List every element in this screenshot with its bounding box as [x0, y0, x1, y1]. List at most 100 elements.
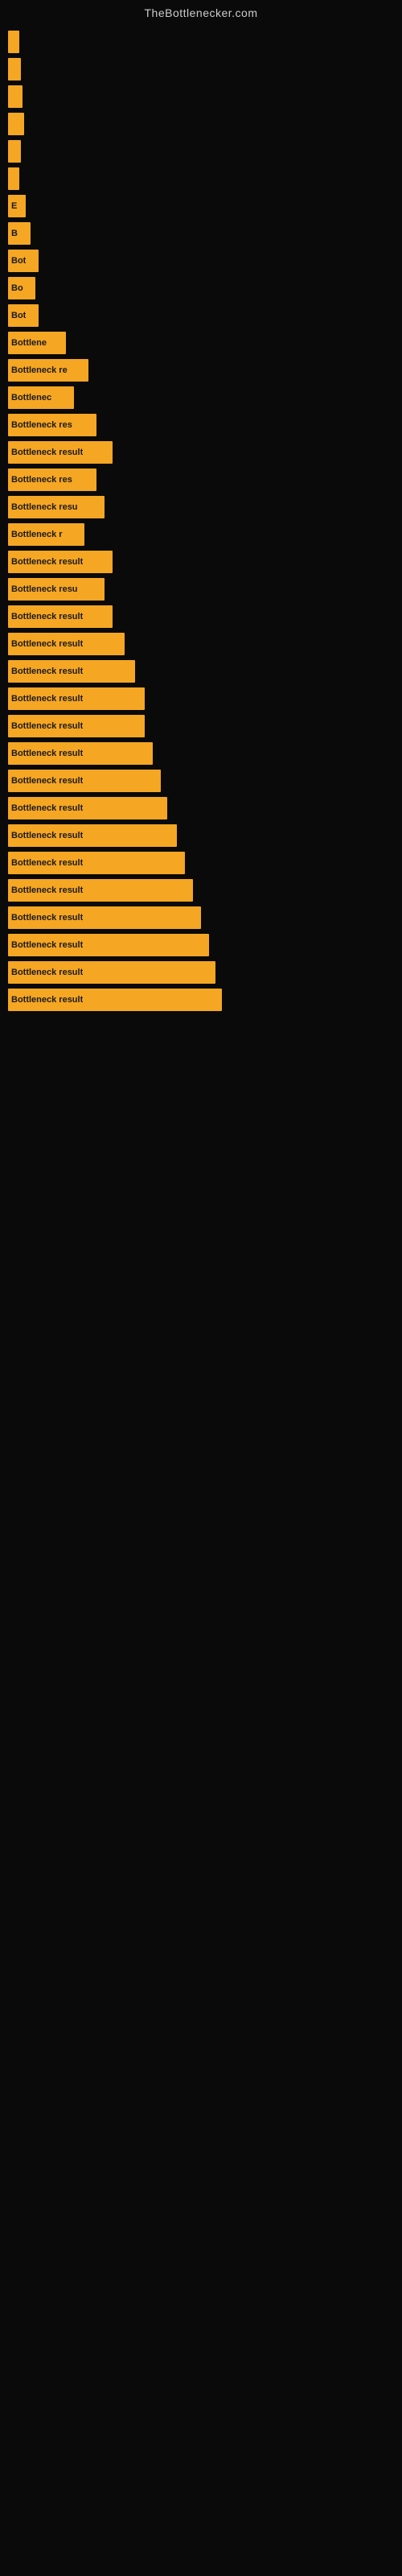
bar-label: Bottleneck result — [11, 940, 83, 950]
bar-row: Bot — [8, 250, 402, 272]
result-bar: Bot — [8, 304, 39, 327]
bar-row: Bottleneck result — [8, 605, 402, 628]
result-bar: Bottleneck result — [8, 551, 113, 573]
result-bar: Bottleneck result — [8, 961, 215, 984]
result-bar: Bottleneck resu — [8, 578, 105, 601]
bar-row — [8, 140, 402, 163]
result-bar: E — [8, 195, 26, 217]
bar-label: Bottleneck result — [11, 749, 83, 758]
bar-label: Bottleneck resu — [11, 502, 78, 512]
result-bar — [8, 58, 21, 80]
bar-row: Bottleneck re — [8, 359, 402, 382]
result-bar: Bottleneck r — [8, 523, 84, 546]
result-bar: Bottleneck result — [8, 989, 222, 1011]
bar-row: Bottleneck result — [8, 961, 402, 984]
result-bar: Bottleneck res — [8, 469, 96, 491]
bar-label: Bottleneck result — [11, 968, 83, 977]
result-bar: Bot — [8, 250, 39, 272]
bar-row: Bottleneck result — [8, 660, 402, 683]
bar-row: Bottleneck result — [8, 441, 402, 464]
bar-row: Bottleneck result — [8, 797, 402, 819]
bars-container: E B Bot Bo Bot Bottlene Bottleneck re Bottlenec… — [0, 23, 402, 1024]
bar-label: Bottleneck result — [11, 448, 83, 457]
bar-label: B — [11, 229, 18, 238]
bar-label: Bottleneck result — [11, 667, 83, 676]
bar-label: Bottleneck result — [11, 995, 83, 1005]
result-bar: Bo — [8, 277, 35, 299]
bar-row: Bottleneck result — [8, 989, 402, 1011]
bar-label: Bottleneck result — [11, 694, 83, 704]
site-title: TheBottlenecker.com — [0, 0, 402, 23]
bar-row: Bottleneck result — [8, 852, 402, 874]
result-bar: Bottleneck result — [8, 742, 153, 765]
result-bar: Bottleneck result — [8, 879, 193, 902]
bar-row — [8, 58, 402, 80]
result-bar: Bottleneck result — [8, 906, 201, 929]
bar-row: Bottleneck result — [8, 906, 402, 929]
result-bar: Bottleneck result — [8, 660, 135, 683]
result-bar: Bottleneck resu — [8, 496, 105, 518]
bar-label: Bottleneck result — [11, 721, 83, 731]
result-bar: Bottleneck result — [8, 441, 113, 464]
bar-row: Bottleneck resu — [8, 578, 402, 601]
bar-row: Bottlenec — [8, 386, 402, 409]
result-bar: Bottleneck result — [8, 824, 177, 847]
bar-row: Bottleneck res — [8, 469, 402, 491]
result-bar: Bottleneck result — [8, 797, 167, 819]
bar-label: Bottleneck result — [11, 858, 83, 868]
bar-row: Bottlene — [8, 332, 402, 354]
bar-label: Bottleneck result — [11, 776, 83, 786]
bar-label: Bottleneck result — [11, 639, 83, 649]
bar-label: Bottleneck result — [11, 803, 83, 813]
result-bar: Bottleneck result — [8, 687, 145, 710]
bar-row: Bot — [8, 304, 402, 327]
bar-row — [8, 113, 402, 135]
bar-row — [8, 85, 402, 108]
result-bar: Bottleneck result — [8, 633, 125, 655]
result-bar: B — [8, 222, 31, 245]
bar-label: Bottleneck res — [11, 475, 72, 485]
bar-label: Bottlene — [11, 338, 47, 348]
bar-label: Bottleneck result — [11, 557, 83, 567]
result-bar — [8, 167, 19, 190]
bar-label: Bottleneck result — [11, 913, 83, 923]
bar-row: Bottleneck result — [8, 824, 402, 847]
result-bar: Bottleneck result — [8, 934, 209, 956]
bar-row: Bottleneck result — [8, 770, 402, 792]
result-bar: Bottleneck re — [8, 359, 88, 382]
bar-label: Bottleneck resu — [11, 584, 78, 594]
bar-row — [8, 31, 402, 53]
bar-row: E — [8, 195, 402, 217]
bar-row: Bottleneck result — [8, 879, 402, 902]
result-bar: Bottleneck result — [8, 770, 161, 792]
bar-row: Bo — [8, 277, 402, 299]
bar-label: Bottleneck result — [11, 612, 83, 621]
bar-row: Bottleneck result — [8, 633, 402, 655]
bar-label: Bo — [11, 283, 23, 293]
bar-row: B — [8, 222, 402, 245]
bar-row: Bottleneck result — [8, 687, 402, 710]
bar-label: Bot — [11, 256, 26, 266]
result-bar: Bottlenec — [8, 386, 74, 409]
bar-row: Bottleneck res — [8, 414, 402, 436]
result-bar — [8, 140, 21, 163]
bar-label: Bottleneck res — [11, 420, 72, 430]
result-bar: Bottleneck res — [8, 414, 96, 436]
bar-row: Bottleneck r — [8, 523, 402, 546]
result-bar — [8, 113, 24, 135]
result-bar: Bottleneck result — [8, 715, 145, 737]
result-bar: Bottlene — [8, 332, 66, 354]
bar-label: Bottleneck r — [11, 530, 63, 539]
bar-label: Bottleneck result — [11, 886, 83, 895]
result-bar: Bottleneck result — [8, 852, 185, 874]
bar-row — [8, 167, 402, 190]
bar-label: Bottleneck re — [11, 365, 68, 375]
bar-row: Bottleneck result — [8, 742, 402, 765]
bar-row: Bottleneck resu — [8, 496, 402, 518]
result-bar — [8, 85, 23, 108]
bar-row: Bottleneck result — [8, 934, 402, 956]
bar-label: Bot — [11, 311, 26, 320]
bar-label: Bottleneck result — [11, 831, 83, 840]
bar-row: Bottleneck result — [8, 551, 402, 573]
bar-row: Bottleneck result — [8, 715, 402, 737]
